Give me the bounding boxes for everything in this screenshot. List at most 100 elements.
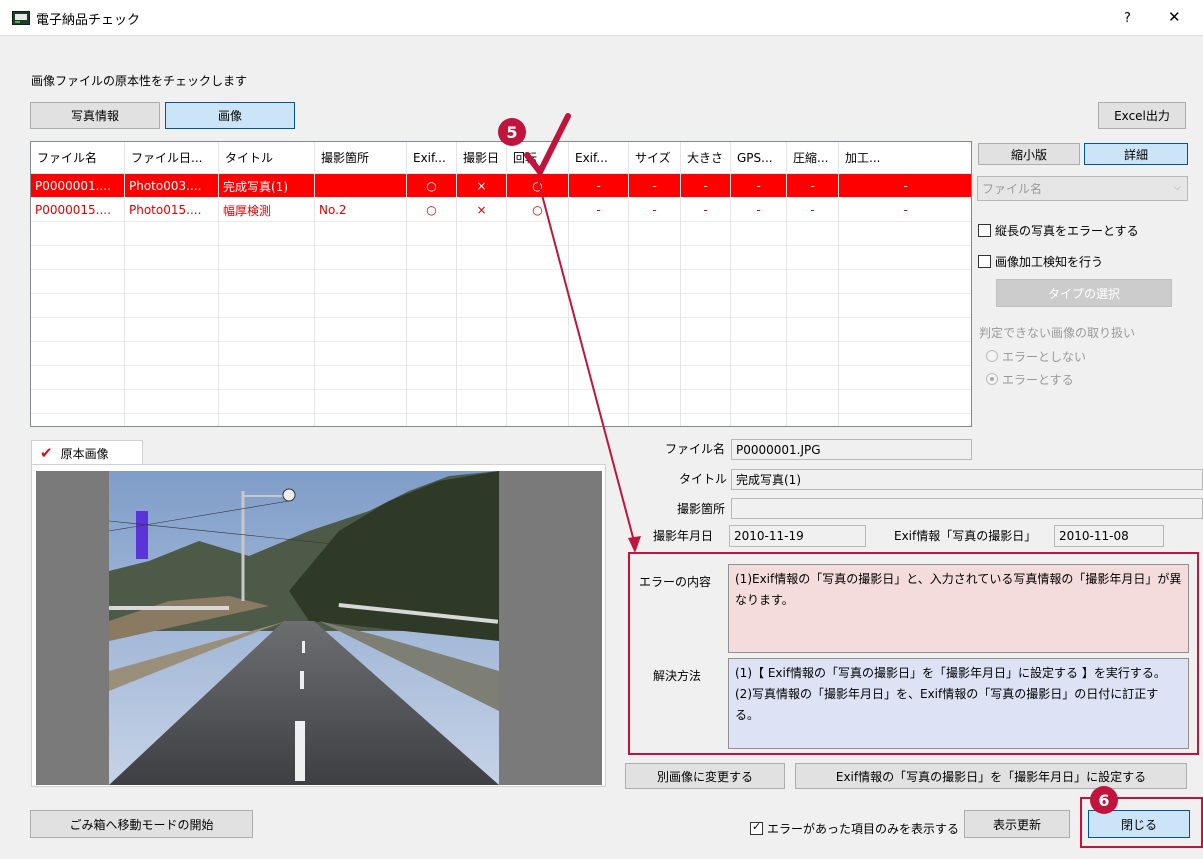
column-header[interactable]: GPS... [731, 142, 787, 174]
table-cell [787, 414, 839, 426]
column-header[interactable]: 撮影箇所 [315, 142, 407, 174]
table-row[interactable] [31, 222, 971, 246]
change-image-button[interactable]: 別画像に変更する [625, 763, 785, 789]
set-exif-date-button[interactable]: Exif情報の「写真の撮影日」を「撮影年月日」に設定する [795, 763, 1187, 789]
table-cell [125, 246, 219, 270]
help-button[interactable]: ? [1124, 9, 1131, 27]
table-row[interactable] [31, 294, 971, 318]
location-field [731, 498, 1203, 519]
table-cell [787, 246, 839, 270]
table-cell [507, 366, 569, 390]
table-cell [507, 414, 569, 426]
radio-selected-icon [986, 373, 998, 385]
table-cell [569, 270, 629, 294]
title-field: 完成写真(1) [731, 469, 1203, 490]
column-header[interactable]: サイズ [629, 142, 681, 174]
table-row[interactable] [31, 318, 971, 342]
pointer-arrowhead [628, 536, 641, 553]
close-window-icon[interactable]: ✕ [1168, 8, 1181, 26]
column-header[interactable]: ファイル名 [31, 142, 125, 174]
table-cell [839, 294, 971, 318]
table-row[interactable] [31, 390, 971, 414]
tab-image[interactable]: 画像 [165, 102, 295, 129]
tab-original-image[interactable]: ✔ 原本画像 [31, 440, 143, 465]
table-cell [629, 222, 681, 246]
table-cell: ○ [507, 198, 569, 222]
table-cell [569, 246, 629, 270]
table-cell [125, 390, 219, 414]
table-cell [31, 246, 125, 270]
excel-export-button[interactable]: Excel出力 [1098, 102, 1186, 129]
table-cell: - [629, 198, 681, 222]
table-cell [731, 414, 787, 426]
table-cell [787, 294, 839, 318]
table-cell [457, 414, 507, 426]
sort-select[interactable]: ファイル名 ⌵ [977, 176, 1188, 201]
table-cell [569, 222, 629, 246]
column-header[interactable]: 回転 [507, 142, 569, 174]
table-cell [315, 366, 407, 390]
table-cell [457, 318, 507, 342]
table-cell [569, 366, 629, 390]
table-cell [839, 414, 971, 426]
close-button[interactable]: 閉じる [1088, 810, 1190, 838]
table-cell [787, 390, 839, 414]
column-header[interactable]: Exif... [569, 142, 629, 174]
type-select-button[interactable]: タイプの選択 [996, 279, 1172, 307]
table-cell [731, 366, 787, 390]
table-cell [681, 414, 731, 426]
thumbnail-view-button[interactable]: 縮小版 [978, 143, 1080, 165]
table-cell [125, 342, 219, 366]
table-row[interactable] [31, 270, 971, 294]
table-row[interactable] [31, 414, 971, 426]
table-cell [219, 270, 315, 294]
table-cell [629, 390, 681, 414]
column-header[interactable]: 大きさ [681, 142, 731, 174]
column-header[interactable]: タイトル [219, 142, 315, 174]
table-cell: P0000015.... [31, 198, 125, 222]
show-errors-only-checkbox[interactable]: ✓ エラーがあった項目のみを表示する [750, 820, 959, 836]
table-cell [629, 246, 681, 270]
column-header[interactable]: 圧縮... [787, 142, 839, 174]
column-header[interactable]: Exif... [407, 142, 457, 174]
table-cell: - [681, 174, 731, 198]
table-cell [839, 318, 971, 342]
table-cell [31, 318, 125, 342]
table-cell [31, 390, 125, 414]
portrait-error-label: 縦長の写真をエラーとする [995, 223, 1139, 238]
table-cell: 完成写真(1) [219, 174, 315, 198]
table-cell [681, 342, 731, 366]
undetermined-label: 判定できない画像の取り扱い [979, 325, 1136, 340]
table-cell: - [787, 198, 839, 222]
checkbox-icon [978, 223, 991, 237]
table-cell [219, 366, 315, 390]
detail-view-button[interactable]: 詳細 [1084, 143, 1188, 165]
radio-error[interactable]: エラーとする [986, 371, 1074, 387]
table-cell [407, 390, 457, 414]
table-row[interactable]: P0000015.... Photo015.... 幅厚検測 No.2 ○ × ○ - - - - -… [31, 198, 971, 222]
table-cell [629, 414, 681, 426]
column-header[interactable]: 加工... [839, 142, 971, 174]
table-cell [569, 318, 629, 342]
table-cell [507, 342, 569, 366]
table-cell [457, 366, 507, 390]
refresh-button[interactable]: 表示更新 [964, 810, 1070, 838]
table-row[interactable] [31, 366, 971, 390]
portrait-error-checkbox[interactable]: 縦長の写真をエラーとする [978, 222, 1139, 238]
table-row[interactable] [31, 246, 971, 270]
image-check-table[interactable]: ファイル名 ファイル日... タイトル 撮影箇所 Exif... 撮影日 回転 Exif...… [30, 141, 972, 427]
table-cell [407, 342, 457, 366]
table-cell [681, 222, 731, 246]
table-cell [407, 414, 457, 426]
table-row[interactable] [31, 342, 971, 366]
radio-no-error[interactable]: エラーとしない [986, 348, 1086, 364]
column-header[interactable]: ファイル日... [125, 142, 219, 174]
table-cell [315, 318, 407, 342]
trash-mode-button[interactable]: ごみ箱へ移動モードの開始 [30, 810, 253, 838]
column-header[interactable]: 撮影日 [457, 142, 507, 174]
table-cell [507, 390, 569, 414]
table-row[interactable]: P0000001.... Photo003.... 完成写真(1) ○ × ○ - - - - - - [31, 174, 971, 198]
detect-processing-checkbox[interactable]: 画像加工検知を行う [978, 253, 1103, 269]
table-cell [507, 246, 569, 270]
tab-photo-info[interactable]: 写真情報 [30, 102, 160, 129]
